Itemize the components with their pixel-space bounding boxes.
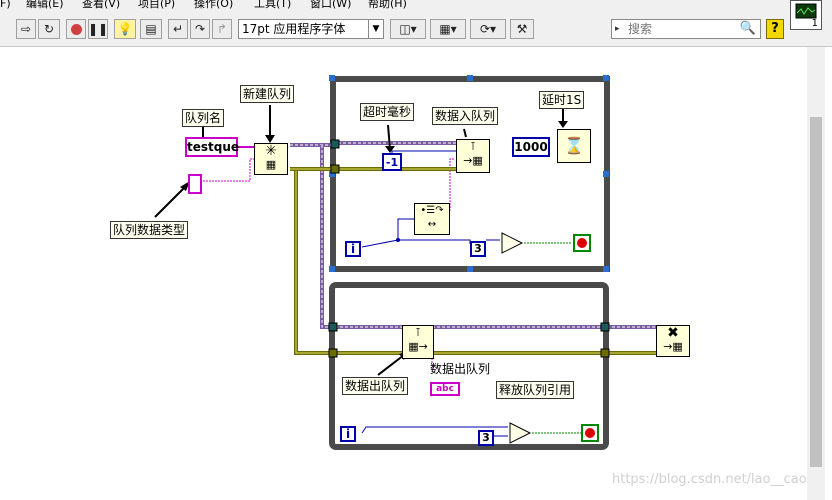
menu-help[interactable]: 帮助(H) [368, 0, 407, 9]
menu-view[interactable]: 查看(V) [82, 0, 120, 9]
step-over-icon[interactable]: ↷ [190, 19, 210, 39]
string-indicator: abc [430, 382, 460, 396]
vi-icon-number: 1 [811, 18, 818, 29]
obtain-queue-node[interactable]: ✳ ▦ [254, 143, 288, 175]
step-into-icon[interactable]: ↵ [168, 19, 188, 39]
chevron-down-icon: ▼ [368, 20, 383, 38]
queue-name-constant[interactable]: testque [185, 137, 239, 157]
context-help-button[interactable]: ? [766, 19, 784, 39]
timeout-constant[interactable]: -1 [382, 153, 402, 171]
iteration-terminal-2: i [340, 426, 356, 442]
release-queue-node[interactable]: ✖ →▦ [656, 325, 690, 357]
label-queue-name: 队列名 [182, 109, 225, 127]
label-enqueue: 数据入队列 [432, 107, 499, 125]
dequeue-icon: ⊺ [415, 326, 421, 339]
greater-equal-node-1 [501, 232, 524, 254]
search-dropdown-icon[interactable]: ▸ [615, 20, 620, 38]
obtain-queue-icon: ✳ [265, 143, 277, 159]
font-select[interactable]: 17pt 应用程序字体 ▼ [238, 19, 384, 39]
highlight-execution-icon[interactable]: 💡 [114, 19, 136, 39]
queue-glyph-icon: →▦ [663, 340, 683, 353]
label-release-queue: 释放队列引用 [496, 381, 575, 399]
pause-icon[interactable]: ❚❚ [88, 19, 108, 39]
selection-handle [329, 266, 335, 272]
menu-operate[interactable]: 操作(O) [194, 0, 233, 9]
run-continuously-icon[interactable]: ↻ [38, 19, 60, 39]
enqueue-icon: ⊺ [470, 140, 476, 153]
clock-icon: ⌛ [564, 136, 584, 155]
wait-ms-node[interactable]: ⌛ [557, 129, 591, 163]
label-queue-data-type: 队列数据类型 [110, 221, 189, 239]
compare-constant-1[interactable]: 3 [470, 241, 486, 257]
run-arrow-icon[interactable]: ⇨ [16, 19, 36, 39]
queue-glyph-icon: ▦ [265, 158, 277, 171]
selection-handle [603, 266, 609, 272]
selection-handle [467, 75, 473, 81]
distribute-objects-icon[interactable]: ▦▾ [430, 19, 466, 39]
delay-constant[interactable]: 1000 [512, 137, 550, 157]
menu-file[interactable]: F) [0, 0, 11, 9]
watermark: https://blog.csdn.net/lao__cao [612, 472, 807, 487]
dequeue-node[interactable]: ⊺ ▦→ [402, 325, 434, 359]
iteration-terminal-1: i [345, 241, 361, 257]
search-icon[interactable]: 🔍 [740, 20, 756, 38]
font-select-value: 17pt 应用程序字体 [242, 22, 346, 36]
menu-edit[interactable]: 编辑(E) [26, 0, 64, 9]
queue-glyph-icon: ▦→ [408, 340, 428, 353]
format-icon: •☰↷ [420, 205, 444, 216]
compare-constant-2[interactable]: 3 [478, 430, 494, 446]
label-timeout-ms: 超时毫秒 [360, 103, 415, 121]
vi-icon[interactable]: 1 [790, 0, 822, 30]
label-new-queue: 新建队列 [240, 85, 295, 103]
enqueue-node[interactable]: ⊺ →▦ [456, 139, 490, 173]
label-dequeue: 数据出队列 [342, 377, 409, 395]
menu-bar: F) 编辑(E) 查看(V) 项目(P) 操作(O) 工具(T) 窗口(W) 帮… [0, 0, 832, 12]
menu-project[interactable]: 项目(P) [138, 0, 175, 9]
abort-icon[interactable] [66, 19, 86, 39]
queue-data-type-constant[interactable] [188, 174, 202, 194]
selection-handle [329, 75, 335, 81]
search-box: ▸ 🔍 [611, 19, 761, 39]
label-delay: 延时1S [539, 91, 585, 109]
menu-window[interactable]: 窗口(W) [310, 0, 351, 9]
selection-handle [467, 266, 473, 272]
scrollbar-thumb[interactable] [810, 117, 822, 467]
format-glyph-icon: ↔ [427, 219, 437, 230]
block-diagram[interactable]: 队列名 新建队列 队列数据类型 超时毫秒 数据入队列 延时1S 数据出队列 释放… [0, 47, 807, 500]
search-input[interactable] [628, 20, 738, 38]
dequeue-indicator-label: 数据出队列 [430, 362, 491, 376]
step-out-icon[interactable]: ↱ [212, 19, 232, 39]
toolbar: ⇨ ↻ ❚❚ 💡 ▤ ↵ ↷ ↱ 17pt 应用程序字体 ▼ ◫▾ ▦▾ ⟳▾ … [0, 12, 832, 47]
greater-equal-node-2 [509, 422, 532, 444]
vertical-scrollbar[interactable] [807, 47, 825, 500]
align-objects-icon[interactable]: ◫▾ [390, 19, 426, 39]
release-icon: ✖ [667, 325, 679, 341]
retain-wire-values-icon[interactable]: ▤ [140, 19, 162, 39]
selection-handle [603, 171, 609, 177]
reorder-icon[interactable]: ⟳▾ [470, 19, 506, 39]
selection-handle [603, 75, 609, 81]
menu-tools[interactable]: 工具(T) [254, 0, 291, 9]
clean-up-diagram-icon[interactable]: ⚒ [510, 19, 534, 39]
format-node[interactable]: •☰↷ ↔ [414, 203, 450, 235]
queue-glyph-icon: →▦ [463, 154, 483, 167]
